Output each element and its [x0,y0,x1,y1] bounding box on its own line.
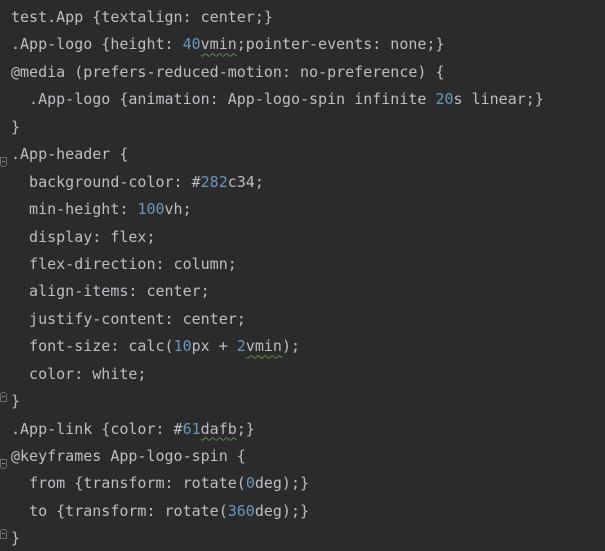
code-token: .App-logo {height: [11,35,183,54]
fold-open-icon[interactable] [0,157,7,168]
fold-close-icon[interactable] [0,529,7,540]
code-token: background-color: # [11,172,201,191]
code-line[interactable]: from {transform: rotate(0deg);} [11,470,605,497]
code-token: justify-content: center; [11,309,246,328]
code-token: deg);} [254,501,310,520]
code-token: @keyframes App-logo-spin { [11,447,246,465]
code-token: ); [281,337,300,356]
code-line[interactable]: .App-logo {animation: App-logo-spin infi… [11,86,605,113]
code-token: flex-direction: column; [11,254,237,273]
code-line[interactable]: font-size: calc(10px + 2vmin); [11,333,605,360]
code-token: display: flex; [11,227,156,246]
number-token: 100 [137,200,165,219]
number-token: 61 [182,419,201,438]
code-line[interactable]: background-color: #282c34; [11,169,605,196]
code-token: .App-header { [11,145,129,164]
code-token: .App-link {color: # [11,419,183,438]
code-editor[interactable]: test.App {textalign: center;} .App-logo {… [0,0,605,551]
code-token: vh; [164,200,192,219]
code-token: align-items: center; [11,282,210,301]
code-line[interactable]: .App-link {color: #61dafb;} [11,416,605,443]
code-token: from {transform: rotate( [11,474,246,493]
fold-open-icon[interactable] [0,459,7,469]
number-token: 10 [173,337,192,356]
code-line[interactable]: test.App {textalign: center;} [11,4,605,31]
code-line[interactable]: align-items: center; [11,278,605,305]
code-area[interactable]: test.App {textalign: center;} .App-logo {… [0,4,605,551]
code-token: } [11,529,21,548]
code-line[interactable]: display: flex; [11,224,605,251]
code-token: to {transform: rotate( [11,501,228,520]
number-token: 2 [236,337,246,356]
typo-token: vmin [200,35,237,54]
typo-token: vmin [245,337,282,356]
code-line[interactable]: } [0,388,605,415]
number-token: 360 [227,501,255,520]
fold-close-icon[interactable] [0,392,7,403]
code-line[interactable]: to {transform: rotate(360deg);} [11,498,605,525]
code-line[interactable]: .App-logo {height: 40vmin;pointer-events… [11,31,605,58]
code-token: } [11,117,21,136]
code-line[interactable]: } [11,114,605,141]
code-line[interactable]: @keyframes App-logo-spin { [0,443,605,470]
code-token: px + [191,337,237,356]
code-token: deg);} [254,474,310,493]
code-token: @media (prefers-reduced-motion: no-prefe… [11,62,445,81]
code-token: s linear;} [453,90,544,109]
code-token: min-height: [11,200,138,219]
code-token: } [11,392,21,411]
number-token: 0 [245,474,255,493]
code-token: test.App {textalign: center;} [11,8,273,26]
code-line[interactable]: @media (prefers-reduced-motion: no-prefe… [11,59,605,86]
code-line[interactable]: .App-header { [0,141,605,168]
code-line[interactable]: color: white; [11,361,605,388]
code-line[interactable]: justify-content: center; [11,306,605,333]
code-line[interactable]: min-height: 100vh; [11,196,605,223]
number-token: 282 [200,172,228,191]
code-token: c34; [227,172,264,191]
code-line[interactable]: flex-direction: column; [11,251,605,278]
number-token: 20 [435,90,454,109]
code-token: .App-logo {animation: App-logo-spin infi… [11,90,436,109]
code-token: color: white; [11,364,147,383]
code-token: ;} [236,419,255,438]
code-line[interactable]: } [0,525,605,551]
code-token: ;pointer-events: none;} [236,35,445,54]
code-token: font-size: calc( [11,337,174,356]
number-token: 40 [182,35,201,54]
typo-token: dafb [200,419,237,438]
